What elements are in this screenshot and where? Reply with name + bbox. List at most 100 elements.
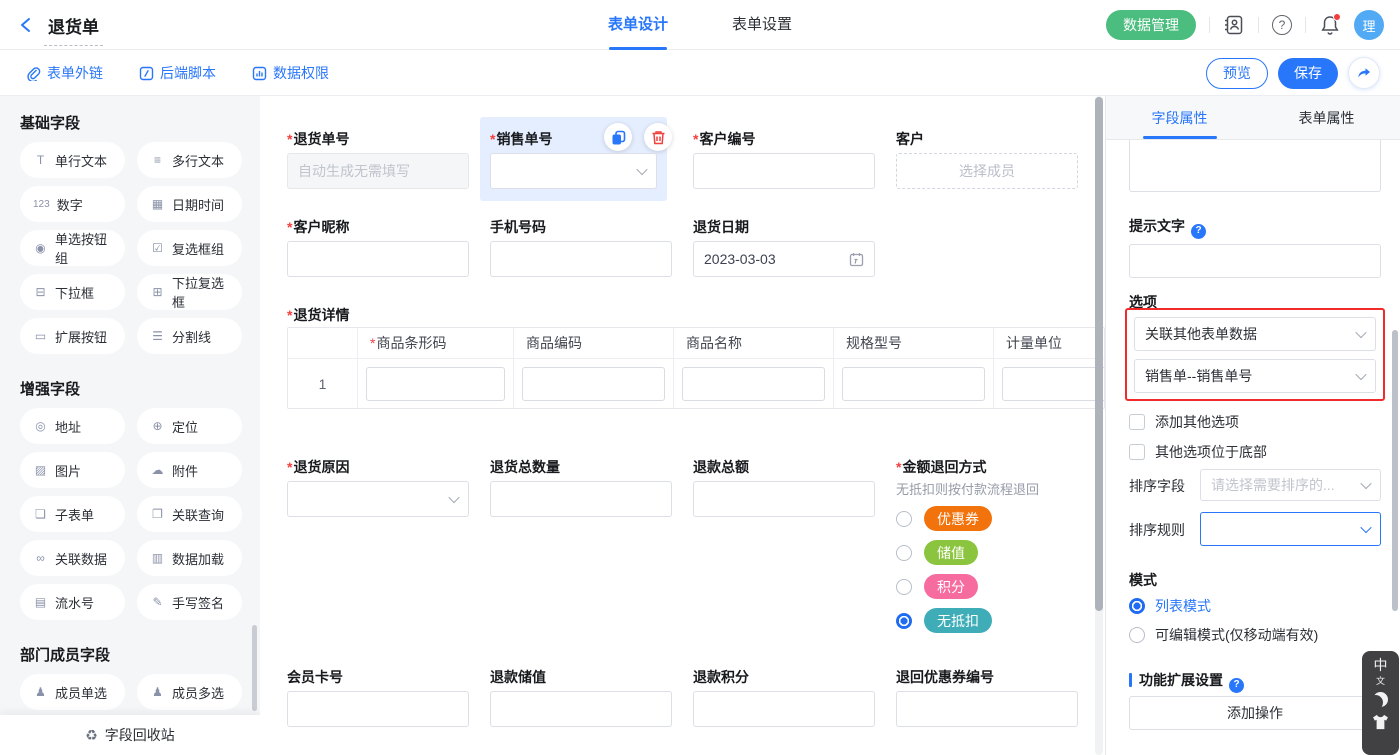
product-code-cell-input[interactable] <box>522 367 665 401</box>
tag-coupon[interactable]: 优惠券 <box>924 506 992 531</box>
field-phone[interactable]: 手机号码 <box>490 217 672 277</box>
refund-total-input[interactable] <box>693 481 875 517</box>
tag-stored-value[interactable]: 储值 <box>924 540 978 565</box>
sidebar-item-multi-dropdown[interactable]: ⊞下拉复选框 <box>137 274 242 310</box>
field-recycle-bin[interactable]: ♻ 字段回收站 <box>0 715 260 755</box>
tab-form-properties[interactable]: 表单属性 <box>1253 96 1400 139</box>
canvas-scrollbar[interactable] <box>1095 97 1103 611</box>
sidebar-item-data-load[interactable]: ▥数据加载 <box>137 540 242 576</box>
editable-mode-row[interactable]: 可编辑模式(仅移动端有效) <box>1129 625 1318 645</box>
hint-text-input[interactable] <box>1129 244 1381 278</box>
unit-cell-input[interactable] <box>1002 367 1105 401</box>
return-reason-select[interactable] <box>287 481 469 517</box>
sidebar-scrollbar[interactable] <box>252 625 257 711</box>
field-refund-method[interactable]: 金额退回方式 无抵扣则按付款流程退回 优惠券 储值 积分 无抵扣 <box>896 457 1096 633</box>
coupon-no-input[interactable] <box>896 691 1078 727</box>
field-refund-total[interactable]: 退款总额 <box>693 457 875 517</box>
page-title[interactable]: 退货单 <box>44 13 103 46</box>
return-detail-subtable[interactable]: 商品条形码 商品编码 商品名称 规格型号 计量单位 1 <box>287 327 1105 409</box>
sales-order-no-select[interactable] <box>490 153 657 189</box>
sidebar-item-location[interactable]: ⊕定位 <box>137 408 242 444</box>
field-customer[interactable]: 客户 选择成员 <box>896 129 1078 189</box>
help-icon[interactable] <box>1272 15 1292 35</box>
list-mode-radio[interactable] <box>1129 598 1145 614</box>
help-icon[interactable] <box>1229 678 1244 693</box>
sidebar-item-serial-number[interactable]: ▤流水号 <box>20 584 125 620</box>
add-action-button[interactable]: 添加操作 <box>1129 696 1381 730</box>
product-name-cell-input[interactable] <box>682 367 825 401</box>
tag-points[interactable]: 积分 <box>924 574 978 599</box>
select-member-button[interactable]: 选择成员 <box>896 153 1078 189</box>
preview-button[interactable]: 预览 <box>1206 58 1268 89</box>
sidebar-item-member-multi[interactable]: ♟成员多选 <box>137 674 242 710</box>
field-refund-points[interactable]: 退款积分 <box>693 667 875 727</box>
notification-bell-icon[interactable] <box>1319 14 1341 36</box>
add-other-option-row[interactable]: 添加其他选项 <box>1129 412 1239 432</box>
field-return-reason[interactable]: 退货原因 <box>287 457 469 517</box>
list-mode-row[interactable]: 列表模式 <box>1129 596 1211 616</box>
radio-no-deduction[interactable] <box>896 613 912 629</box>
tab-form-settings[interactable]: 表单设置 <box>732 0 792 50</box>
sidebar-item-image[interactable]: ▨图片 <box>20 452 125 488</box>
share-button[interactable] <box>1348 57 1380 89</box>
refund-points-input[interactable] <box>693 691 875 727</box>
radio-points[interactable] <box>896 579 912 595</box>
sidebar-item-address[interactable]: ◎地址 <box>20 408 125 444</box>
sidebar-item-multi-line-text[interactable]: ≡多行文本 <box>137 142 242 178</box>
sidebar-item-dropdown[interactable]: ⊟下拉框 <box>20 274 125 310</box>
field-sales-order-no-selected[interactable]: 销售单号 <box>480 117 667 201</box>
data-permission-link[interactable]: 数据权限 <box>252 63 329 83</box>
field-total-qty[interactable]: 退货总数量 <box>490 457 672 517</box>
add-other-option-checkbox[interactable] <box>1129 414 1145 430</box>
sidebar-item-divider-line[interactable]: ☰分割线 <box>137 318 242 354</box>
return-date-input[interactable]: 2023-03-03 <box>693 241 875 277</box>
help-icon[interactable] <box>1191 224 1206 239</box>
sidebar-item-single-line-text[interactable]: T单行文本 <box>20 142 125 178</box>
field-customer-nickname[interactable]: 客户昵称 <box>287 217 469 277</box>
sidebar-item-datetime[interactable]: ▦日期时间 <box>137 186 242 222</box>
copy-field-button[interactable] <box>604 123 632 151</box>
dark-mode-moon-icon[interactable] <box>1373 692 1388 707</box>
radio-stored-value[interactable] <box>896 545 912 561</box>
sidebar-item-checkbox-group[interactable]: ☑复选框组 <box>137 230 242 266</box>
sidebar-item-extend-button[interactable]: ▭扩展按钮 <box>20 318 125 354</box>
other-option-bottom-row[interactable]: 其他选项位于底部 <box>1129 442 1267 462</box>
sidebar-item-relation-data[interactable]: ∞关联数据 <box>20 540 125 576</box>
contact-book-icon[interactable] <box>1223 14 1245 36</box>
barcode-cell-input[interactable] <box>366 367 505 401</box>
sidebar-item-radio-group[interactable]: ◉单选按钮组 <box>20 230 125 266</box>
option-field-select[interactable]: 销售单--销售单号 <box>1134 359 1376 393</box>
sort-field-select[interactable]: 请选择需要排序的... <box>1200 469 1381 501</box>
back-icon[interactable] <box>18 16 34 34</box>
total-qty-input[interactable] <box>490 481 672 517</box>
sidebar-item-attachment[interactable]: ☁附件 <box>137 452 242 488</box>
field-customer-no[interactable]: 客户编号 <box>693 129 875 189</box>
customer-no-input[interactable] <box>693 153 875 189</box>
field-coupon-no[interactable]: 退回优惠券编号 <box>896 667 1078 727</box>
phone-input[interactable] <box>490 241 672 277</box>
sidebar-item-number[interactable]: 123数字 <box>20 186 125 222</box>
spec-model-cell-input[interactable] <box>842 367 985 401</box>
tag-no-deduction[interactable]: 无抵扣 <box>924 608 992 633</box>
sort-rule-select[interactable] <box>1200 512 1381 546</box>
delete-field-button[interactable] <box>644 123 672 151</box>
customer-nickname-input[interactable] <box>287 241 469 277</box>
sidebar-item-member-single[interactable]: ♟成员单选 <box>20 674 125 710</box>
option-source-select[interactable]: 关联其他表单数据 <box>1134 317 1376 351</box>
field-return-order-no[interactable]: 退货单号 自动生成无需填写 <box>287 129 469 189</box>
other-option-bottom-checkbox[interactable] <box>1129 444 1145 460</box>
field-member-card[interactable]: 会员卡号 <box>287 667 469 727</box>
tab-form-design[interactable]: 表单设计 <box>608 0 668 50</box>
refund-stored-input[interactable] <box>490 691 672 727</box>
translate-icon[interactable]: 中 <box>1374 658 1388 673</box>
backend-script-link[interactable]: 后端脚本 <box>139 63 216 83</box>
sidebar-item-subform[interactable]: ❏子表单 <box>20 496 125 532</box>
editable-mode-radio[interactable] <box>1129 627 1145 643</box>
theme-shirt-icon[interactable] <box>1372 714 1389 730</box>
field-return-date[interactable]: 退货日期 2023-03-03 <box>693 217 875 277</box>
save-button[interactable]: 保存 <box>1278 58 1338 89</box>
field-refund-stored[interactable]: 退款储值 <box>490 667 672 727</box>
field-title-textarea[interactable] <box>1129 140 1381 192</box>
sidebar-item-relation-query[interactable]: ❐关联查询 <box>137 496 242 532</box>
member-card-input[interactable] <box>287 691 469 727</box>
